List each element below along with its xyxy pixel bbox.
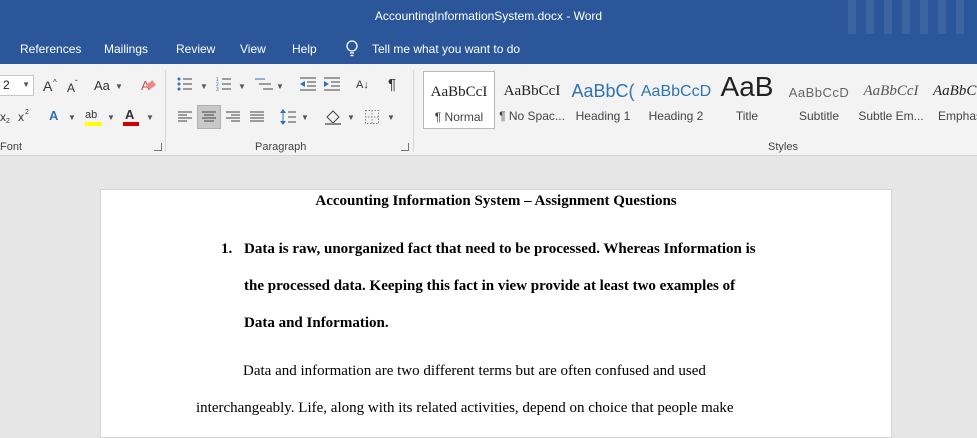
style-sample: AaBbCcI	[863, 83, 919, 99]
multilevel-list-icon[interactable]	[255, 77, 273, 91]
style-sample: AaBbCcD	[640, 83, 712, 100]
font-dialog-launcher-icon[interactable]	[154, 143, 162, 151]
justify-icon[interactable]	[250, 111, 264, 123]
superscript-icon[interactable]: x	[18, 109, 24, 125]
document-page[interactable]: Accounting Information System – Assignme…	[100, 189, 892, 438]
bullets-icon[interactable]	[177, 77, 193, 91]
group-separator	[413, 70, 414, 152]
shrink-font-arrow-icon: ˇ	[75, 79, 78, 88]
line-spacing-icon[interactable]	[280, 109, 296, 125]
chevron-down-icon[interactable]: ▼	[68, 113, 76, 122]
font-color-bar	[123, 122, 139, 126]
window-title: AccountingInformationSystem.docx - Word	[374, 9, 603, 23]
style-name: Subtitle	[798, 109, 840, 123]
group-separator	[165, 70, 166, 152]
tab-view[interactable]: View	[240, 42, 266, 56]
chevron-down-icon[interactable]: ▼	[301, 113, 309, 122]
chevron-down-icon[interactable]: ▼	[22, 80, 30, 89]
style-sample: AaBbCcD	[788, 85, 850, 100]
style-sample: AaB	[720, 71, 774, 102]
title-bar: AccountingInformationSystem.docx - Word	[0, 0, 977, 34]
lightbulb-icon[interactable]	[345, 40, 359, 58]
chevron-down-icon[interactable]: ▼	[115, 82, 123, 91]
decrease-indent-icon[interactable]	[300, 77, 316, 91]
style-name: Emphas	[938, 109, 977, 123]
chevron-down-icon[interactable]: ▼	[276, 82, 284, 91]
style-normal[interactable]: AaBbCcI ¶ Normal	[423, 71, 495, 129]
style-emphasis[interactable]: AaBbC Emphas	[928, 71, 977, 129]
paragraph-group-label: Paragraph	[255, 141, 307, 153]
style-sample: AaBbC	[933, 83, 977, 99]
style-name: Heading 2	[648, 109, 704, 123]
borders-icon[interactable]	[365, 110, 379, 124]
shading-icon[interactable]	[325, 109, 341, 125]
document-title: Accounting Information System – Assignme…	[315, 193, 677, 209]
align-right-icon[interactable]	[226, 111, 240, 123]
style-name: Subtle Em...	[858, 109, 924, 123]
chevron-down-icon[interactable]: ▼	[387, 113, 395, 122]
style-subtitle[interactable]: AaBbCcD Subtitle	[783, 71, 855, 129]
font-color-icon[interactable]: A	[125, 107, 134, 123]
question-line: Data and Information.	[244, 315, 389, 331]
shrink-font-icon[interactable]: A	[67, 80, 75, 96]
style-title[interactable]: AaB Title	[713, 71, 781, 129]
question-line: Data is raw, unorganized fact that need …	[244, 241, 756, 257]
grow-font-arrow-icon: ^	[53, 78, 57, 87]
paragraph-dialog-launcher-icon[interactable]	[401, 143, 409, 151]
font-size-box[interactable]: 2 ▼	[0, 75, 34, 96]
style-no-spacing[interactable]: AaBbCcI ¶ No Spac...	[496, 71, 568, 129]
font-group-label: Font	[0, 141, 23, 153]
chevron-down-icon[interactable]: ▼	[146, 113, 154, 122]
style-sample: AaBbCcI	[430, 84, 488, 100]
tab-mailings[interactable]: Mailings	[104, 42, 148, 56]
increase-indent-icon[interactable]	[324, 77, 340, 91]
chevron-down-icon[interactable]: ▼	[200, 82, 208, 91]
chevron-down-icon[interactable]: ▼	[238, 82, 246, 91]
change-case-icon[interactable]: Aa	[94, 78, 110, 94]
svg-text:3: 3	[216, 87, 219, 91]
question-line: the processed data. Keeping this fact in…	[244, 278, 736, 294]
answer-line: Data and information are two different t…	[243, 363, 706, 379]
tab-help[interactable]: Help	[292, 42, 317, 56]
question-number: 1.	[221, 241, 233, 257]
style-name: ¶ Normal	[434, 110, 484, 124]
style-subtle-emphasis[interactable]: AaBbCcI Subtle Em...	[855, 71, 927, 129]
style-sample: AaBbCcI	[503, 83, 561, 99]
numbering-icon[interactable]: 1 2 3	[216, 77, 232, 91]
show-formatting-marks-icon[interactable]: ¶	[388, 77, 396, 93]
text-effects-icon[interactable]: A	[49, 108, 58, 124]
tab-references[interactable]: References	[20, 42, 81, 56]
style-name: Heading 1	[575, 109, 631, 123]
align-left-icon[interactable]	[178, 111, 192, 123]
grow-font-icon[interactable]: A	[43, 78, 52, 94]
answer-line: interchangeably. Life, along with its re…	[196, 400, 734, 416]
font-size-value: 2	[3, 78, 10, 92]
chevron-down-icon[interactable]: ▼	[347, 113, 355, 122]
highlight-color-bar	[85, 122, 102, 126]
style-name: ¶ No Spac...	[499, 109, 565, 123]
style-heading-1[interactable]: AaBbC( Heading 1	[568, 71, 638, 129]
style-name: Title	[735, 109, 759, 123]
tab-review[interactable]: Review	[176, 42, 215, 56]
tell-me-search[interactable]: Tell me what you want to do	[372, 42, 520, 56]
highlight-icon[interactable]: ab	[85, 107, 97, 123]
styles-group-label: Styles	[768, 141, 798, 153]
style-sample: AaBbC(	[571, 81, 635, 101]
superscript-2-icon: 2	[25, 109, 29, 116]
ribbon-tabs: References Mailings Review View Help Tel…	[0, 34, 977, 64]
subscript-2-icon: 2	[6, 118, 10, 125]
sort-icon[interactable]: A↓	[356, 77, 369, 93]
align-center-icon[interactable]	[202, 111, 216, 123]
style-heading-2[interactable]: AaBbCcD Heading 2	[640, 71, 712, 129]
chevron-down-icon[interactable]: ▼	[107, 113, 115, 122]
